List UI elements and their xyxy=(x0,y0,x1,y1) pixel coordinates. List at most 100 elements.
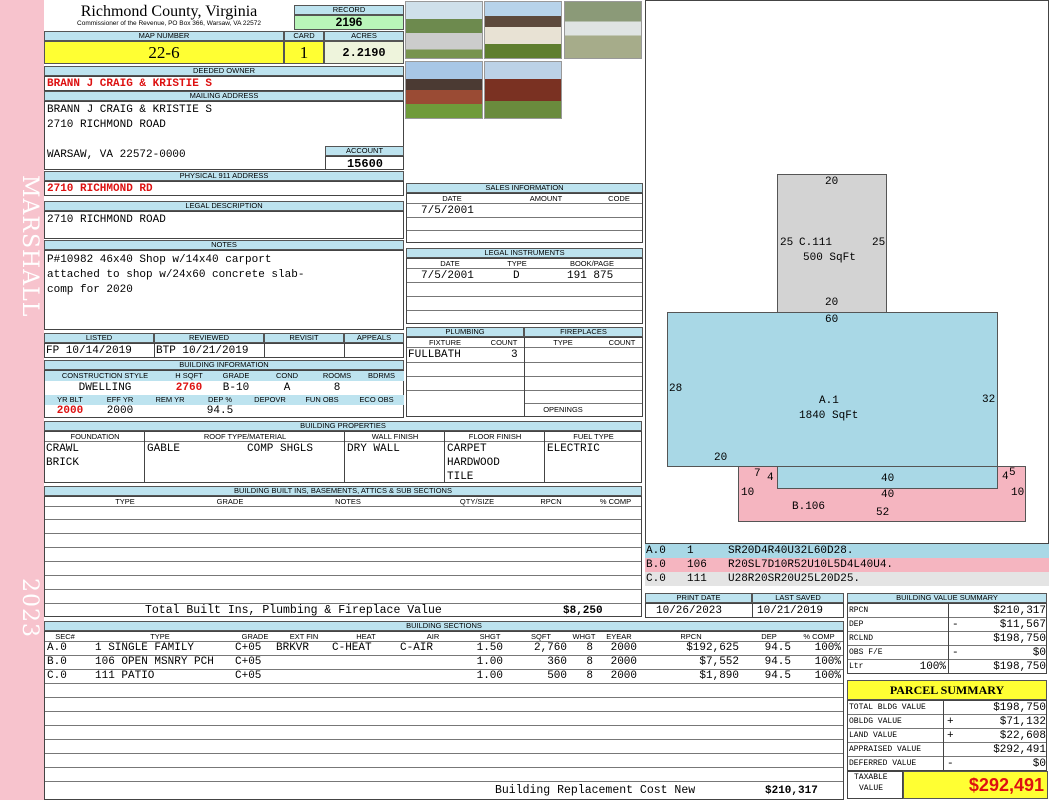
acres-value: 2.2190 xyxy=(324,41,404,64)
sketch-dim: 40 xyxy=(881,489,895,501)
li-type: D xyxy=(513,270,520,282)
listing-divider xyxy=(344,344,345,358)
rule xyxy=(525,390,642,391)
rule xyxy=(525,347,642,348)
card-label: CARD xyxy=(284,31,324,41)
bvs-title: BUILDING VALUE SUMMARY xyxy=(847,593,1047,603)
builtins-table: TYPE GRADE NOTES QTY/SIZE RPCN % COMP To… xyxy=(44,496,642,617)
construction-style-label: CONSTRUCTION STYLE xyxy=(45,371,165,381)
county-subtitle: Commissioner of the Revenue, PO Box 366,… xyxy=(77,20,261,27)
sketch-dim: 28 xyxy=(669,383,683,395)
record-value: 2196 xyxy=(294,15,404,30)
foundation-1: CRAWL xyxy=(46,443,80,455)
rule xyxy=(45,519,641,520)
reviewed-value: BTP 10/21/2019 xyxy=(156,345,249,357)
sketch-dim: 4 xyxy=(1002,471,1009,483)
sketch-dim: 25 xyxy=(872,237,886,249)
grade-value: B-10 xyxy=(222,382,250,394)
remyr-label: REM YR xyxy=(145,395,195,405)
rule xyxy=(407,296,642,297)
sketch-dim: 52 xyxy=(876,507,890,519)
note-line-2: attached to shop w/24x60 concrete slab- xyxy=(47,269,305,281)
building-info-title: BUILDING INFORMATION xyxy=(44,360,404,370)
listed-label: LISTED xyxy=(44,333,154,343)
notes-label: NOTES xyxy=(44,240,404,250)
two-story-house-photo xyxy=(484,1,562,59)
ecoobs-label: ECO OBS xyxy=(349,395,404,405)
sec-cell: 2,760 xyxy=(533,642,567,654)
reviewed-label: REVIEWED xyxy=(154,333,264,343)
building-sections-table: SEC# TYPE GRADE EXT FIN HEAT AIR SHGT SQ… xyxy=(44,631,844,800)
rule xyxy=(407,217,642,218)
map-number: 22-6 xyxy=(44,41,284,64)
sketch-section-a xyxy=(667,312,998,467)
dates-row: 10/26/2023 10/21/2019 xyxy=(645,603,844,618)
bvs-label: OBS F/E xyxy=(849,648,883,657)
wall-finish: DRY WALL xyxy=(347,443,400,455)
legend-code: 106 xyxy=(687,559,707,571)
sec-cell: 2000 xyxy=(610,656,637,668)
note-line-1: P#10982 46x40 Shop w/14x40 carport xyxy=(47,254,272,266)
sec-cell: 100% xyxy=(814,642,841,654)
sec-cell: 111 PATIO xyxy=(95,670,155,682)
rule xyxy=(45,533,641,534)
mailing-line-1: BRANN J CRAIG & KRISTIE S xyxy=(47,104,213,116)
construction-style: DWELLING xyxy=(78,382,132,394)
mailing-address-label: MAILING ADDRESS xyxy=(44,91,404,101)
legend-path: R20SL7D10R52U10L5D4L40U4. xyxy=(728,559,894,571)
note-line-3: comp for 2020 xyxy=(47,284,133,296)
sec-cell: 100% xyxy=(814,656,841,668)
account-number: 15600 xyxy=(325,156,404,171)
sec-cell: C-AIR xyxy=(400,642,434,654)
mailing-address-box: BRANN J CRAIG & KRISTIE S 2710 RICHMOND … xyxy=(44,101,404,171)
rule xyxy=(407,282,642,283)
last-saved-label: LAST SAVED xyxy=(752,593,844,603)
sketch-dim: 20 xyxy=(825,176,839,188)
legend-path: U28R20SR20U25L20D25. xyxy=(728,573,861,585)
taxable-label-1: TAXABLE xyxy=(854,773,888,782)
sketch-b-label: B.106 xyxy=(792,501,826,513)
rule xyxy=(45,739,843,740)
sec-cell: $7,552 xyxy=(699,656,739,668)
listing-row: FP 10/14/2019 BTP 10/21/2019 xyxy=(44,343,404,358)
sketch-dim: 25 xyxy=(780,237,794,249)
sec-cell: 8 xyxy=(586,656,593,668)
notes-box: P#10982 46x40 Shop w/14x40 carport attac… xyxy=(44,250,404,330)
building-sections-title: BUILDING SECTIONS xyxy=(44,621,844,631)
rule xyxy=(45,561,641,562)
appeals-label: APPEALS xyxy=(344,333,404,343)
roof-type: GABLE xyxy=(147,443,181,455)
mailing-line-2: 2710 RICHMOND ROAD xyxy=(47,119,166,131)
yrblt-value: 2000 xyxy=(56,405,84,417)
legend-row-a: A.0 1 SR20D4R40U32L60D28. xyxy=(645,544,1049,558)
floor-finish-1: CARPET xyxy=(447,443,487,455)
col-divider xyxy=(344,432,345,482)
sketch-dim: 4 xyxy=(767,472,774,484)
bvs-label: DEP xyxy=(849,620,864,629)
sec-cell: 8 xyxy=(586,642,593,654)
sec-cell: C.0 xyxy=(47,670,67,682)
dep-value: 94.5 xyxy=(206,405,234,417)
mailing-line-3: WARSAW, VA 22572-0000 xyxy=(47,149,186,161)
replacement-cost: $210,317 xyxy=(765,785,818,797)
rule xyxy=(45,753,843,754)
bvs-label: RCLND xyxy=(849,634,874,643)
sec-cell: 2000 xyxy=(610,642,637,654)
listed-value: FP 10/14/2019 xyxy=(46,345,132,357)
funobs-label: FUN OBS xyxy=(295,395,349,405)
fixture-count: 3 xyxy=(511,349,518,361)
sec-cell: $192,625 xyxy=(686,642,739,654)
cond-label: COND xyxy=(259,371,315,381)
sec-cell: 1 SINGLE FAMILY xyxy=(95,642,195,654)
listing-divider xyxy=(264,344,265,358)
revisit-label: REVISIT xyxy=(264,333,344,343)
sec-cell: 106 OPEN MSNRY PCH xyxy=(95,656,214,668)
fuel-type: ELECTRIC xyxy=(547,443,600,455)
sec-cell: 8 xyxy=(586,670,593,682)
rule xyxy=(45,589,641,590)
sketch-dim: 20 xyxy=(825,297,839,309)
sec-cell: 1.50 xyxy=(476,642,503,654)
taxable-label-2: VALUE xyxy=(859,784,884,793)
rule xyxy=(407,390,524,391)
parcel-label: TOTAL BLDG VALUE xyxy=(849,703,926,712)
